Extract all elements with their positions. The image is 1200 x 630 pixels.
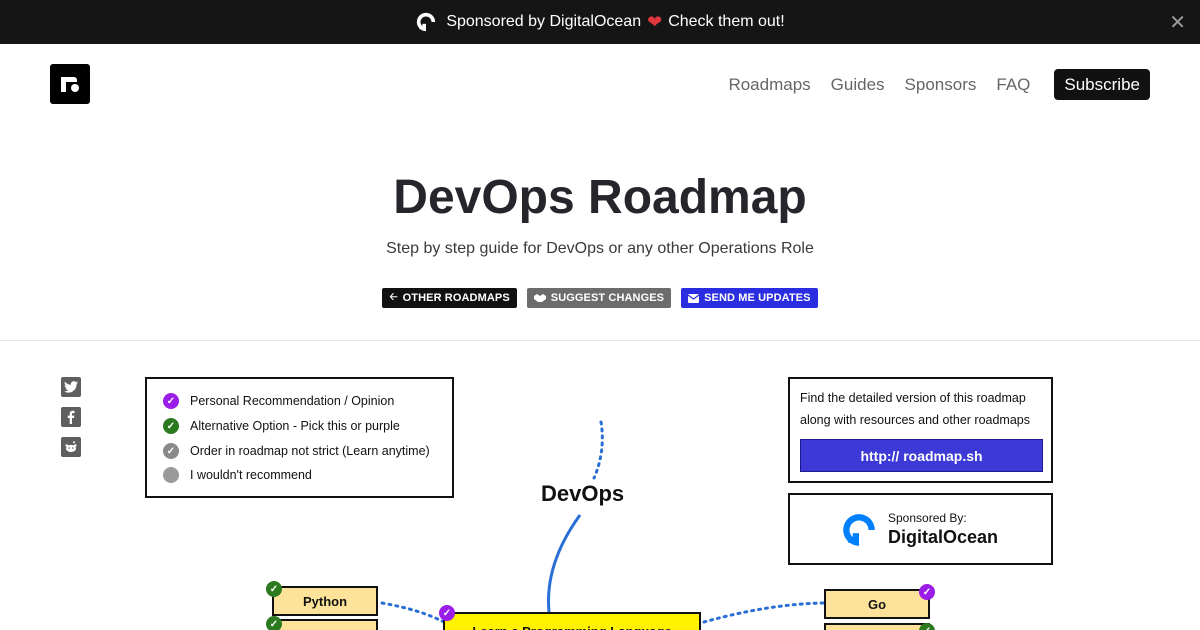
info-line: Find the detailed version of this roadma…	[800, 391, 1026, 405]
check-icon: ✓	[163, 443, 179, 459]
check-icon: ✓	[266, 581, 282, 597]
check-icon: ✓	[919, 584, 935, 600]
info-line: along with resources and other roadmaps	[800, 413, 1030, 427]
check-icon: ✓	[439, 605, 455, 621]
sponsor-box[interactable]: Sponsored By: DigitalOcean	[788, 493, 1053, 565]
legend-item: ✓ Alternative Option - Pick this or purp…	[163, 418, 400, 434]
check-icon: ✓	[266, 616, 282, 630]
node-stub[interactable]	[272, 619, 378, 630]
circle-icon	[163, 467, 179, 483]
legend-box: ✓ Personal Recommendation / Opinion ✓ Al…	[145, 377, 454, 498]
check-icon: ✓	[163, 393, 179, 409]
node-learn-language[interactable]: Learn a Programming Language	[443, 612, 701, 630]
legend-item: ✓ Personal Recommendation / Opinion	[163, 393, 394, 409]
legend-item: ✓ Order in roadmap not strict (Learn any…	[163, 443, 430, 459]
sponsor-label: Sponsored By:	[888, 511, 967, 525]
sponsor-name: DigitalOcean	[888, 527, 999, 547]
digitalocean-icon	[843, 514, 875, 546]
roadmap-url-link[interactable]: http:// roadmap.sh	[800, 439, 1043, 472]
node-go[interactable]: Go	[824, 589, 930, 619]
check-icon: ✓	[163, 418, 179, 434]
legend-item: I wouldn't recommend	[163, 467, 312, 483]
node-python[interactable]: Python	[272, 586, 378, 616]
roadmap-center-label: DevOps	[541, 481, 625, 506]
info-box: Find the detailed version of this roadma…	[788, 377, 1053, 483]
node-stub[interactable]	[824, 623, 930, 630]
